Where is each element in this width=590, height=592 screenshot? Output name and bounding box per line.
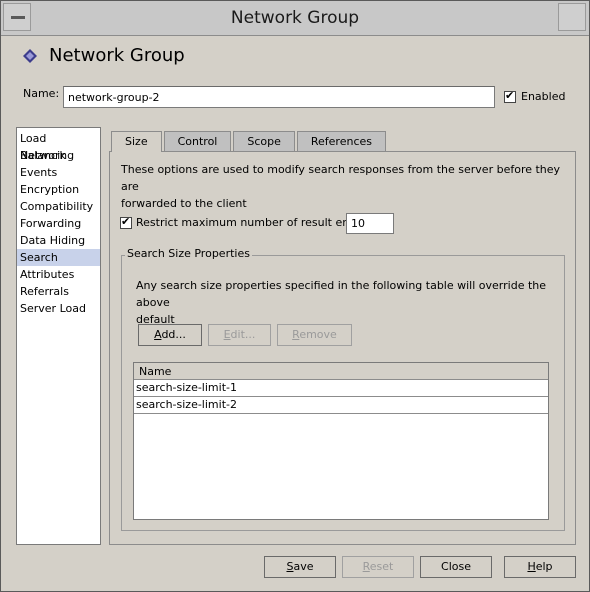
group-description: Any search size properties specified in … xyxy=(136,277,556,328)
remove-button-label: emove xyxy=(299,328,337,341)
enabled-checkbox[interactable] xyxy=(504,89,516,103)
tab-scope[interactable]: Scope xyxy=(233,131,295,151)
restrict-checkbox[interactable] xyxy=(120,215,132,229)
size-description-line: These options are used to modify search … xyxy=(121,163,561,193)
name-label: Name: xyxy=(23,87,60,100)
save-button[interactable]: Save xyxy=(264,556,336,578)
diamond-icon xyxy=(23,49,37,63)
close-button[interactable]: Close xyxy=(420,556,492,578)
add-button[interactable]: Add... xyxy=(138,324,202,346)
name-field[interactable] xyxy=(63,86,495,108)
save-button-label: ave xyxy=(293,560,314,573)
sidebar-item-events[interactable]: Events xyxy=(17,164,100,181)
title-bar: Network Group xyxy=(1,1,589,36)
sidebar-item-encryption[interactable]: Encryption xyxy=(17,181,100,198)
sidebar-item-load-balancing[interactable]: Load Balancing xyxy=(17,130,100,162)
page-title: Network Group xyxy=(49,45,185,66)
sidebar-item-forwarding[interactable]: Forwarding xyxy=(17,215,100,232)
help-button[interactable]: Help xyxy=(504,556,576,578)
window-close-button[interactable] xyxy=(558,3,586,31)
group-title: Search Size Properties xyxy=(125,247,252,260)
reset-button-label: eset xyxy=(369,560,394,573)
tab-bar: Size Control Scope References xyxy=(111,131,388,152)
restrict-control[interactable]: Restrict maximum number of result entrie… xyxy=(120,215,374,229)
table-header-name[interactable]: Name xyxy=(134,363,548,380)
enabled-label: Enabled xyxy=(521,90,566,103)
tab-references[interactable]: References xyxy=(296,131,386,151)
table-row[interactable]: search-size-limit-2 xyxy=(134,397,548,414)
sidebar-item-search[interactable]: Search xyxy=(17,249,100,266)
search-size-table: Name search-size-limit-1 search-size-lim… xyxy=(133,362,549,520)
edit-button[interactable]: Edit... xyxy=(208,324,271,346)
sidebar-item-server-load[interactable]: Server Load xyxy=(17,300,100,317)
sidebar-item-network[interactable]: Network xyxy=(17,147,100,164)
sidebar-item-attributes[interactable]: Attributes xyxy=(17,266,100,283)
size-description: These options are used to modify search … xyxy=(121,161,561,212)
sidebar-item-compatibility[interactable]: Compatibility xyxy=(17,198,100,215)
edit-button-label: dit... xyxy=(230,328,256,341)
group-description-line: Any search size properties specified in … xyxy=(136,279,547,309)
restrict-label: Restrict maximum number of result entrie… xyxy=(136,216,374,229)
sidebar-item-data-hiding[interactable]: Data Hiding xyxy=(17,232,100,249)
reset-button[interactable]: Reset xyxy=(342,556,414,578)
sidebar-item-referrals[interactable]: Referrals xyxy=(17,283,100,300)
help-button-mnemonic: H xyxy=(527,560,536,573)
size-description-line: forwarded to the client xyxy=(121,197,247,210)
sidebar: Load Balancing Network Events Encryption… xyxy=(16,127,101,545)
enabled-control[interactable]: Enabled xyxy=(504,89,566,103)
result-limit-field[interactable] xyxy=(346,213,394,234)
help-button-label: elp xyxy=(535,560,553,573)
reset-button-mnemonic: R xyxy=(362,560,370,573)
add-button-label: dd... xyxy=(161,328,186,341)
table-row[interactable]: search-size-limit-1 xyxy=(134,380,548,397)
edit-button-mnemonic: E xyxy=(223,328,231,341)
tab-size[interactable]: Size xyxy=(111,131,162,152)
tab-control[interactable]: Control xyxy=(163,131,232,151)
network-group-window: Network Group Network Group Name: Enable… xyxy=(0,0,590,592)
remove-button[interactable]: Remove xyxy=(277,324,352,346)
window-title: Network Group xyxy=(230,8,360,28)
